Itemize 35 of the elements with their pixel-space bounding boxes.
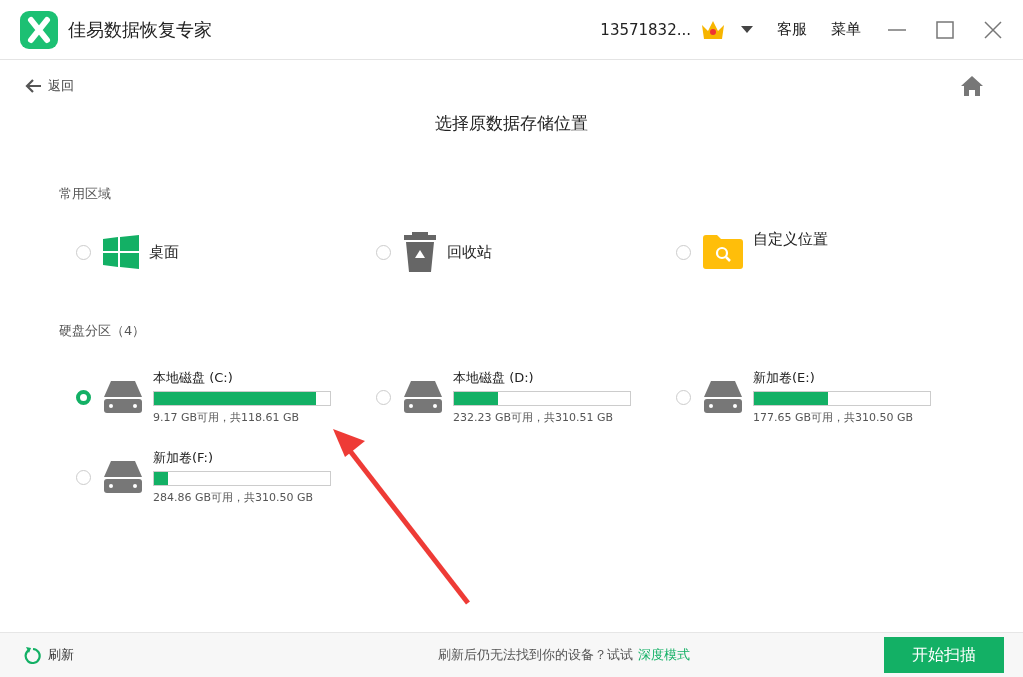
hard-drive-icon <box>703 381 743 413</box>
top-menu-item[interactable]: 客服 <box>777 20 807 39</box>
trash-can-icon <box>403 232 437 272</box>
windows-logo-icon <box>103 235 139 269</box>
disk-name[interactable]: 新加卷(F:) <box>153 449 331 467</box>
hint-text: 刷新后仍无法找到你的设备？试试 深度模式 <box>437 646 691 664</box>
folder-search-icon <box>703 235 743 269</box>
disk-name[interactable]: 新加卷(E:) <box>753 369 931 387</box>
disk-name[interactable]: 本地磁盘 (D:) <box>453 369 631 387</box>
home-icon[interactable] <box>961 76 983 96</box>
radio-button[interactable] <box>76 389 91 405</box>
page-heading: 选择原数据存储位置 <box>434 112 589 135</box>
disk-name[interactable]: 本地磁盘 (C:) <box>153 369 331 387</box>
refresh-button[interactable]: 刷新 <box>24 646 74 664</box>
app-logo-icon <box>20 10 58 49</box>
location-label[interactable]: 桌面 <box>149 242 179 262</box>
crown-icon <box>701 19 725 40</box>
disk-usage: 232.23 GB可用，共310.51 GB <box>453 410 615 425</box>
location-label[interactable]: 回收站 <box>447 242 492 262</box>
hard-drive-icon <box>103 461 143 493</box>
app-title: 佳易数据恢复专家 <box>68 17 212 42</box>
account-name[interactable]: 13571832... <box>600 20 691 39</box>
back-arrow-icon[interactable] <box>24 78 42 94</box>
section-title: 常用区域 <box>59 185 112 203</box>
hard-drive-icon <box>403 381 443 413</box>
disk-usage: 284.86 GB可用，共310.50 GB <box>153 490 315 505</box>
section-title: 硬盘分区（4） <box>59 322 147 340</box>
refresh-icon[interactable] <box>24 646 42 664</box>
back-link[interactable]: 返回 <box>24 77 74 95</box>
top-menu-item[interactable]: 菜单 <box>831 20 861 39</box>
location-label[interactable]: 自定义位置 <box>753 230 828 249</box>
dropdown-caret-icon[interactable] <box>741 25 753 34</box>
disk-usage: 9.17 GB可用，共118.61 GB <box>153 410 301 425</box>
hard-drive-icon <box>103 381 143 413</box>
disk-usage: 177.65 GB可用，共310.50 GB <box>753 410 915 425</box>
